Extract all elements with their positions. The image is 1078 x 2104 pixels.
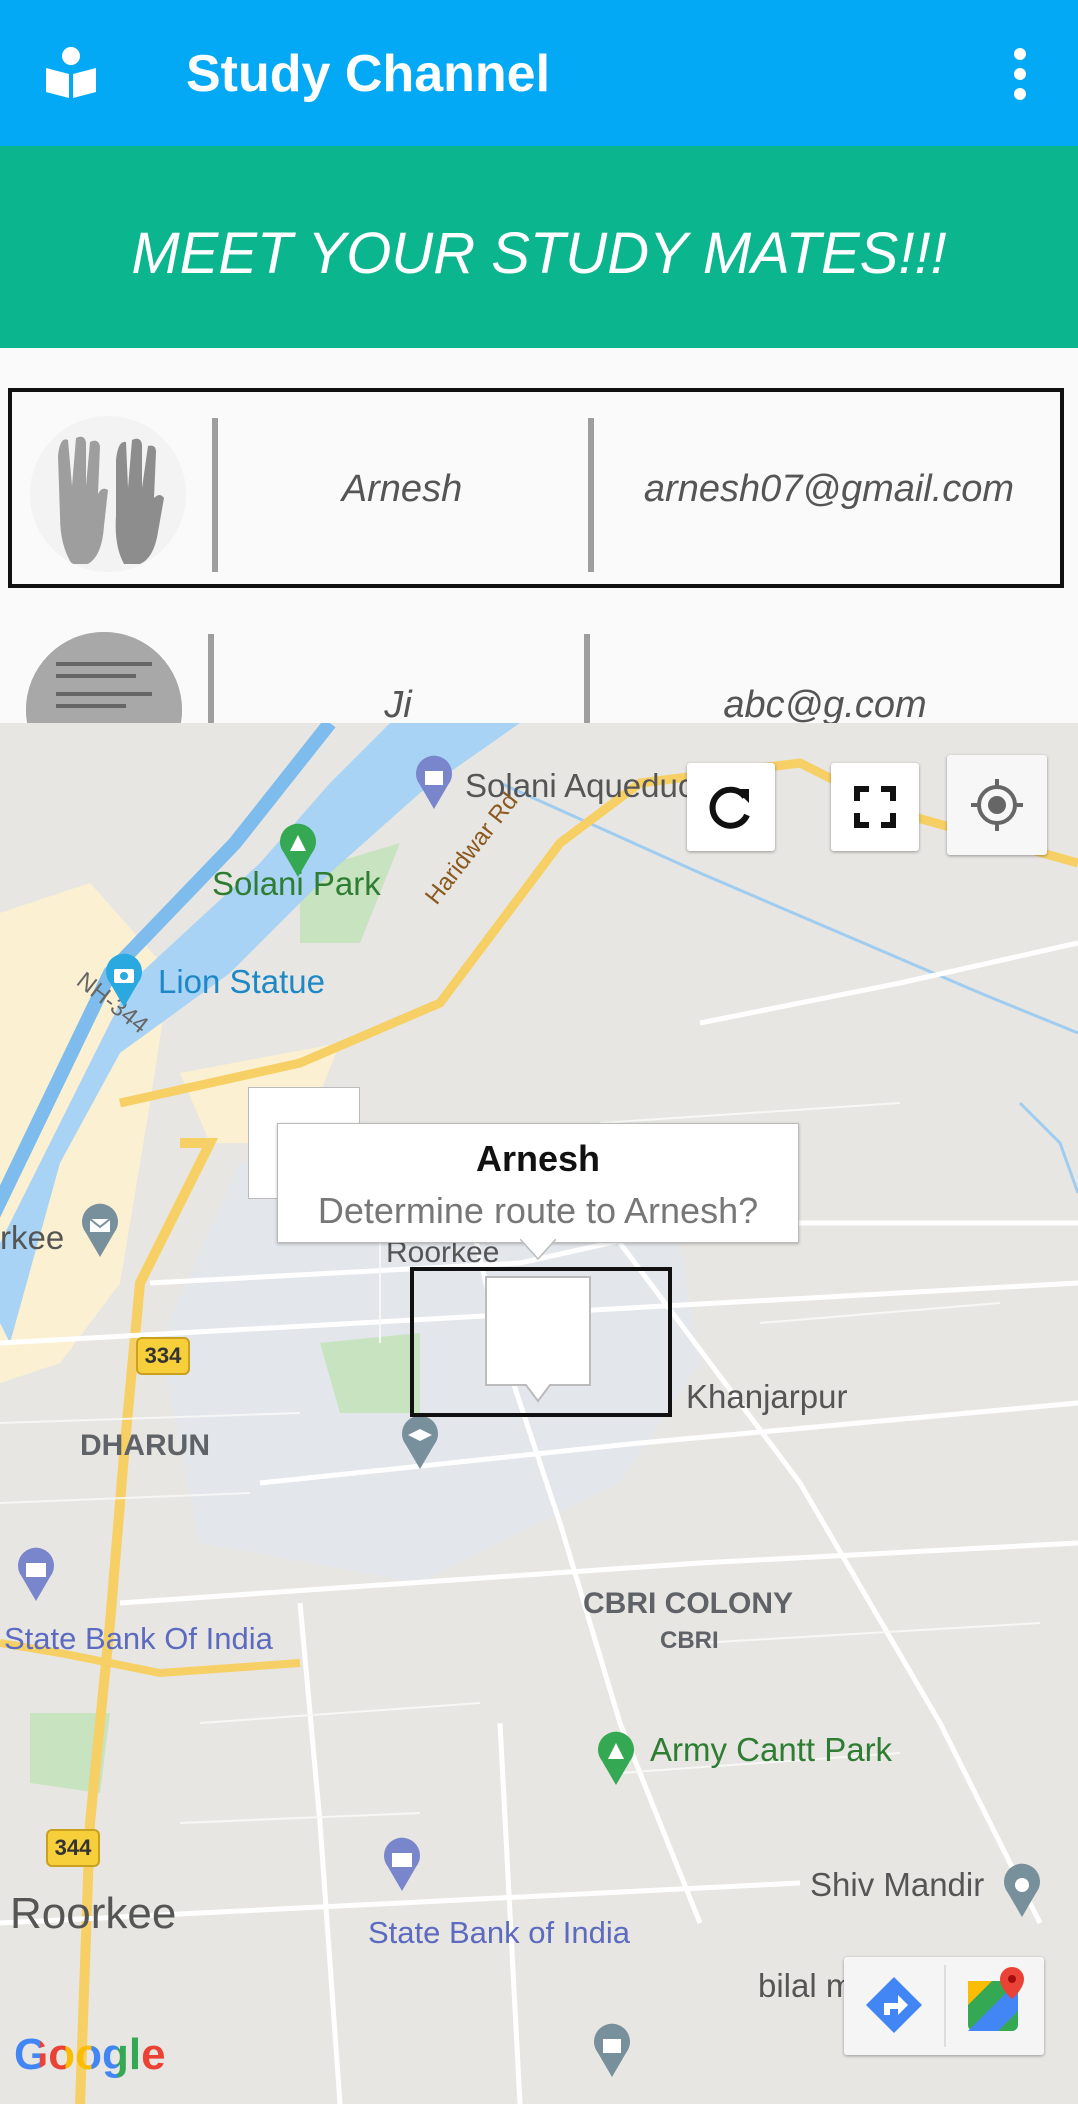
- map-label: CBRI: [660, 1627, 719, 1654]
- mate-marker[interactable]: [480, 1273, 596, 1405]
- more-vert-icon[interactable]: [1000, 44, 1040, 104]
- app-title: Study Channel: [186, 45, 551, 103]
- temple-pin-icon[interactable]: [1000, 1863, 1044, 1919]
- bank-pin-icon[interactable]: [14, 1547, 58, 1603]
- my-location-button[interactable]: [947, 755, 1047, 855]
- map-label: Shiv Mandir: [810, 1866, 985, 1903]
- map-label: rkee: [0, 1219, 65, 1256]
- map-label: Roorkee: [10, 1889, 177, 1938]
- mate-name: Ji: [384, 684, 412, 723]
- map-label: DHARUN: [80, 1429, 210, 1462]
- avatar: [26, 632, 182, 723]
- map-label: Lion Statue: [158, 963, 325, 1000]
- list-item[interactable]: Arnesh arnesh07@gmail.com: [8, 388, 1064, 588]
- landmark-pin-icon[interactable]: [590, 2023, 634, 2079]
- my-location-icon: [971, 779, 1023, 831]
- road-shield: 334: [136, 1337, 190, 1375]
- fullscreen-button[interactable]: [831, 763, 919, 851]
- marker-info-window[interactable]: Arnesh Determine route to Arnesh?: [277, 1123, 799, 1243]
- landmark-pin-icon[interactable]: [412, 755, 456, 811]
- map-label: State Bank Of India: [4, 1621, 273, 1656]
- mate-email: arnesh07@gmail.com: [643, 468, 1015, 510]
- mate-name: Arnesh: [341, 468, 463, 510]
- fullscreen-icon: [854, 786, 896, 828]
- refresh-button[interactable]: [687, 763, 775, 851]
- road-shield: 344: [46, 1829, 100, 1867]
- avatar: [30, 416, 186, 572]
- directions-icon[interactable]: [844, 1957, 944, 2055]
- google-maps-icon[interactable]: [946, 1957, 1044, 2055]
- book-reader-icon: [46, 47, 96, 98]
- bank-pin-icon[interactable]: [380, 1837, 424, 1893]
- mate-email: abc@g.com: [723, 684, 927, 723]
- info-window-pointer: [520, 1239, 556, 1261]
- park-pin-icon[interactable]: [276, 823, 320, 879]
- school-pin-icon[interactable]: [398, 1415, 442, 1471]
- map-label: Khanjarpur: [686, 1378, 848, 1415]
- camera-pin-icon[interactable]: [102, 953, 146, 1009]
- map-label: State Bank of India: [368, 1915, 630, 1950]
- map-label: CBRI COLONY: [583, 1587, 793, 1620]
- map-view[interactable]: Solani Aqueduc Solani Park Haridwar Rd N…: [0, 723, 1078, 2104]
- info-window-title: Arnesh: [475, 1138, 601, 1179]
- park-pin-icon[interactable]: [594, 1731, 638, 1787]
- banner-text: MEET YOUR STUDY MATES!!!: [131, 221, 947, 286]
- google-attribution: Google: [14, 2030, 166, 2080]
- refresh-icon: [709, 786, 750, 829]
- app-bar: Study Channel: [0, 0, 1078, 146]
- mail-pin-icon[interactable]: [78, 1203, 122, 1259]
- map-label: Army Cantt Park: [650, 1731, 893, 1768]
- info-window-subtitle[interactable]: Determine route to Arnesh?: [278, 1190, 798, 1232]
- list-item[interactable]: Ji abc@g.com: [8, 608, 1064, 723]
- map-toolbar: [844, 1957, 1044, 2055]
- mates-list[interactable]: Arnesh arnesh07@gmail.com Ji abc@g.com: [0, 348, 1078, 723]
- google-logo-text: Google: [14, 2030, 166, 2079]
